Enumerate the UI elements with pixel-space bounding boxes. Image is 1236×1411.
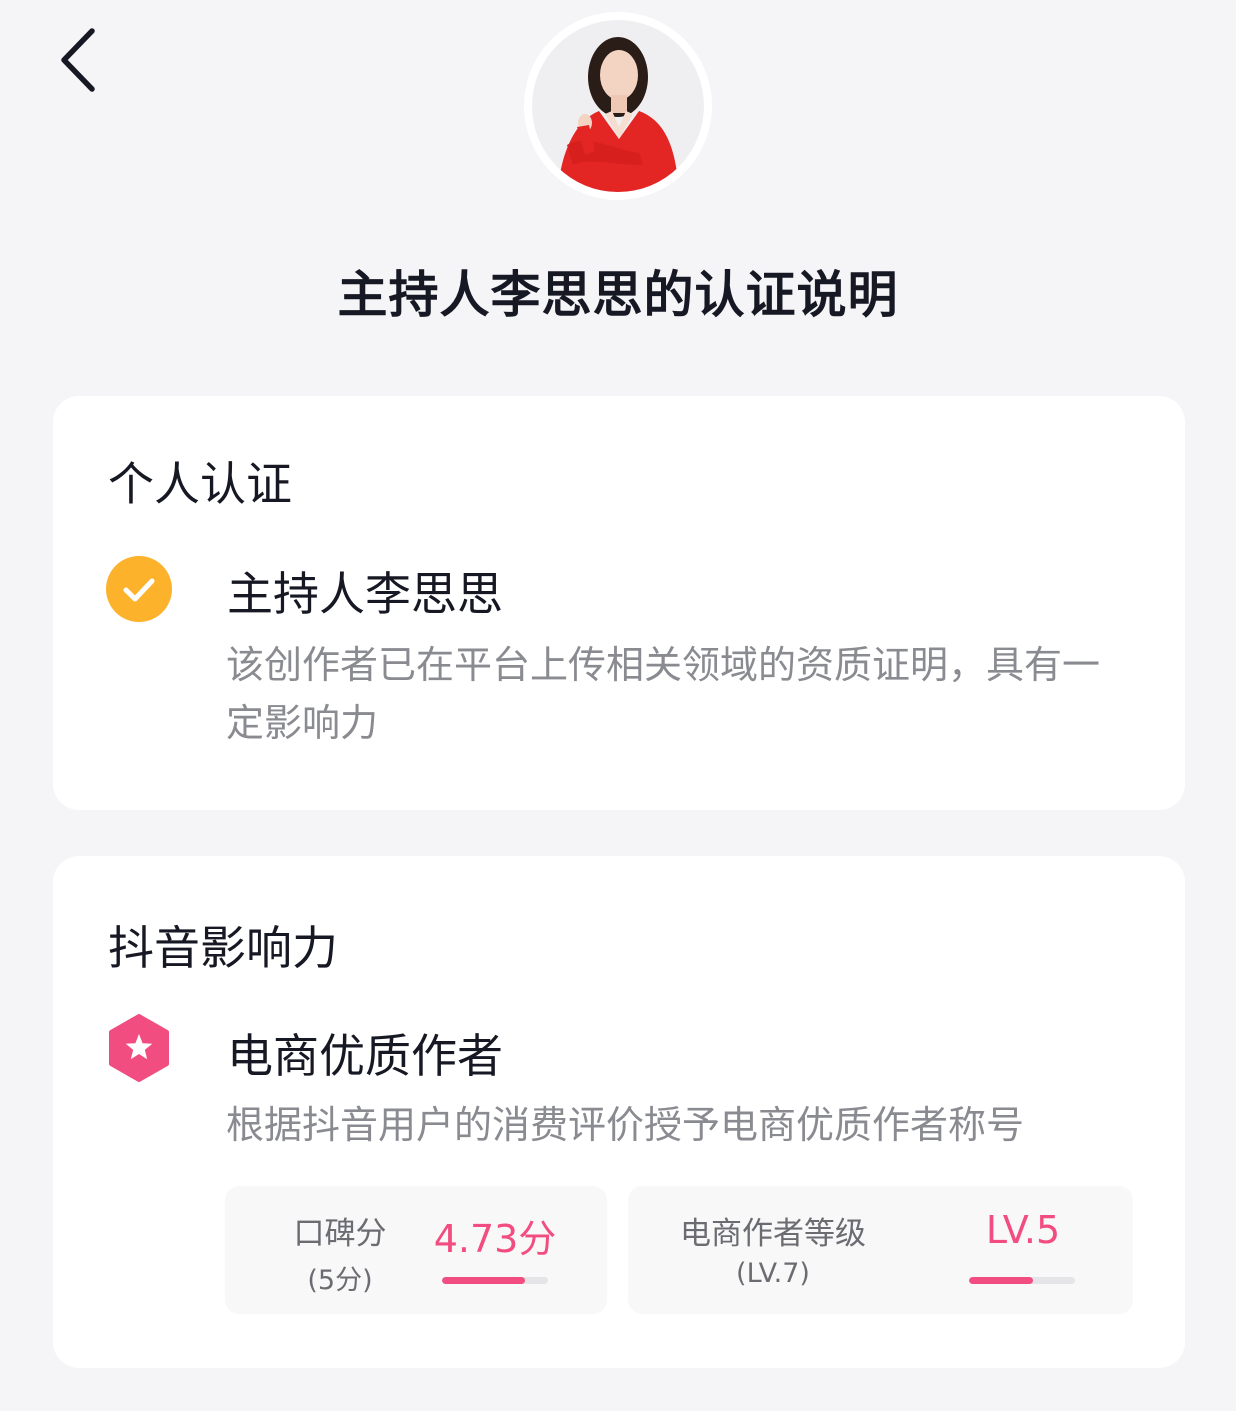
reputation-score-box: 口碑分 (5分) 4.73分	[225, 1186, 607, 1314]
page-title: 主持人李思思的认证说明	[337, 266, 899, 324]
stat-label: 口碑分	[293, 1216, 387, 1252]
section-heading: 抖音影响力	[108, 921, 338, 975]
stat-sub: (LV.7)	[736, 1258, 810, 1289]
stat-sub: (5分)	[307, 1265, 373, 1296]
cert-description: 该创作者已在平台上传相关领域的资质证明，具有一定影响力	[226, 643, 1101, 745]
check-circle-icon	[106, 556, 172, 622]
section-heading: 个人认证	[108, 457, 292, 511]
back-button[interactable]	[48, 22, 108, 98]
stat-value: 4.73分	[433, 1217, 557, 1261]
personal-cert-card: 个人认证 主持人李思思 该创作者已在平台上传相关领域的资质证明，具有一定影响力	[53, 396, 1185, 810]
influence-card: 抖音影响力 电商优质作者 根据抖音用户的消费评价授予电商优质作者称号 口碑分 (…	[53, 856, 1185, 1368]
stat-label: 电商作者等级	[680, 1216, 866, 1252]
badge-description: 根据抖音用户的消费评价授予电商优质作者称号	[226, 1103, 1025, 1147]
star-hexagon-icon	[109, 1014, 169, 1082]
badge-title: 电商优质作者	[227, 1029, 503, 1083]
avatar	[527, 15, 709, 197]
chevron-left-icon	[61, 28, 95, 92]
progress-bar-fill	[969, 1277, 1033, 1284]
cert-title: 主持人李思思	[227, 567, 503, 621]
progress-bar	[442, 1277, 548, 1284]
progress-bar-fill	[442, 1277, 525, 1284]
author-level-box: 电商作者等级 (LV.7) LV.5	[628, 1186, 1133, 1314]
progress-bar	[969, 1277, 1075, 1284]
stat-value: LV.5	[985, 1208, 1061, 1252]
